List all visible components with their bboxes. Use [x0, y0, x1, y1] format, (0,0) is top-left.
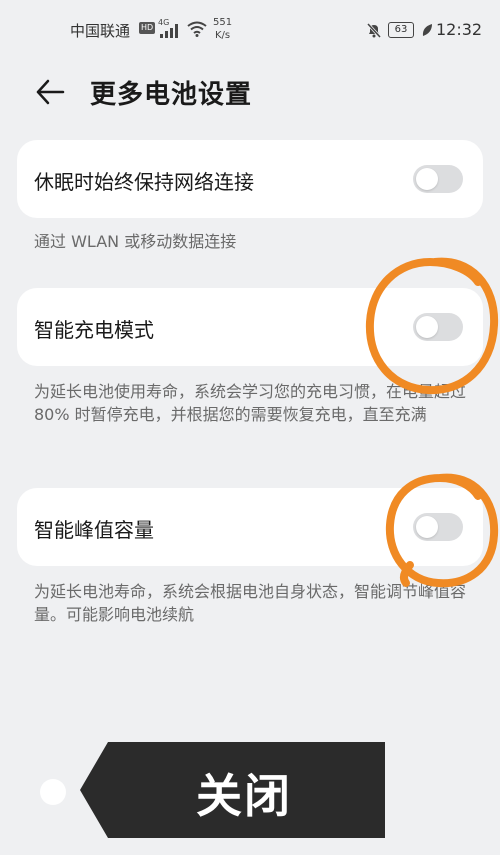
annotation-circles — [365, 257, 499, 588]
close-banner-label[interactable]: 关闭 — [196, 760, 292, 826]
setting-description-keep-network: 通过 WLAN 或移动数据连接 — [34, 232, 237, 251]
toggle-keep-network[interactable] — [413, 165, 463, 193]
setting-label-smart-charging: 智能充电模式 — [34, 318, 154, 342]
clock: 12:32 — [436, 20, 483, 39]
toggle-knob — [416, 168, 438, 190]
setting-label-keep-network: 休眠时始终保持网络连接 — [34, 170, 254, 194]
network-speed-value: 551 — [213, 17, 233, 28]
page-title: 更多电池设置 — [90, 80, 253, 110]
setting-description-smart-charging: 为延长电池使用寿命，系统会学习您的充电习惯，在电量超过 80% 时暂停充电，并根… — [34, 382, 467, 424]
power-saving-leaf-icon — [422, 24, 432, 36]
toggle-knob — [416, 516, 438, 538]
network-speed-unit: K/s — [214, 30, 231, 41]
toggle-knob — [416, 316, 438, 338]
setting-description-peak-capacity: 为延长电池寿命，系统会根据电池自身状态，智能调节峰值容量。可能影响电池续航 — [34, 582, 467, 624]
setting-card-smart-charging: 智能充电模式 — [17, 288, 483, 366]
signal-icon — [160, 24, 178, 38]
setting-card-peak-capacity: 智能峰值容量 — [17, 488, 483, 566]
toggle-smart-charging[interactable] — [413, 313, 463, 341]
carrier-name: 中国联通 — [70, 22, 131, 40]
network-speed: 551 K/s — [213, 16, 232, 42]
wifi-icon — [187, 21, 207, 37]
toggle-peak-capacity[interactable] — [413, 513, 463, 541]
setting-label-peak-capacity: 智能峰值容量 — [34, 518, 154, 542]
status-bar: 中国联通 HD 4G 551 K/s 63 12:32 — [0, 0, 500, 60]
indicator-dot — [40, 779, 66, 805]
setting-card-keep-network: 休眠时始终保持网络连接 — [17, 140, 483, 218]
hd-badge: HD — [139, 22, 156, 34]
mute-bell-icon — [366, 22, 382, 38]
back-arrow-icon — [36, 79, 65, 105]
battery-level: 63 — [388, 22, 414, 38]
back-button[interactable] — [30, 74, 70, 108]
